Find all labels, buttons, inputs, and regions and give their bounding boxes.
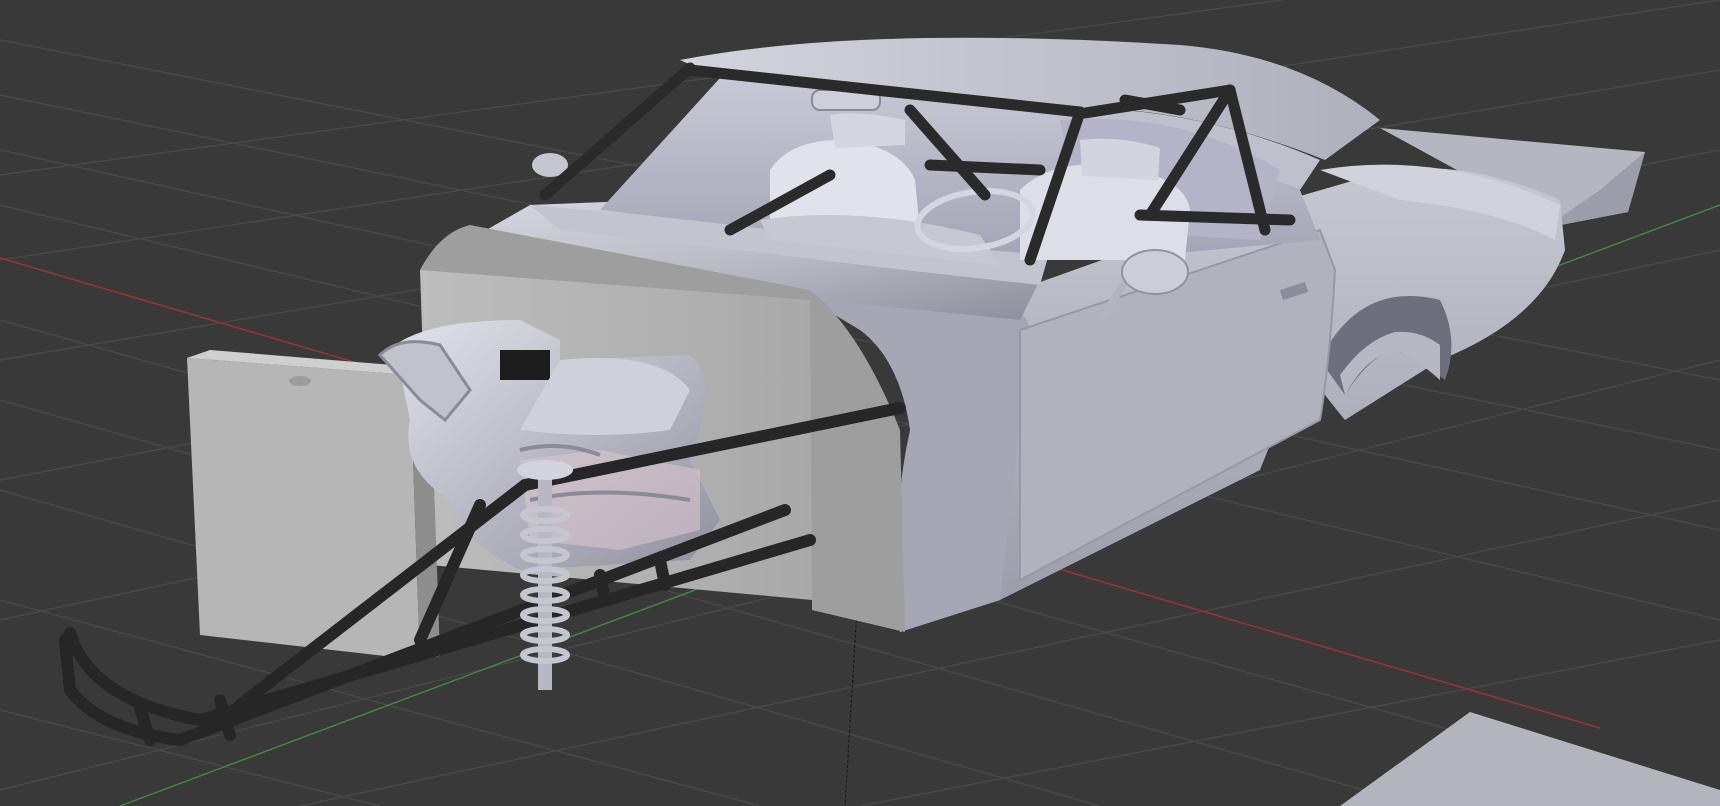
viewport-canvas[interactable]: [0, 0, 1720, 806]
radiator[interactable]: [187, 350, 440, 660]
ground-plane-corner[interactable]: [1340, 712, 1720, 806]
3d-viewport[interactable]: [0, 0, 1720, 806]
